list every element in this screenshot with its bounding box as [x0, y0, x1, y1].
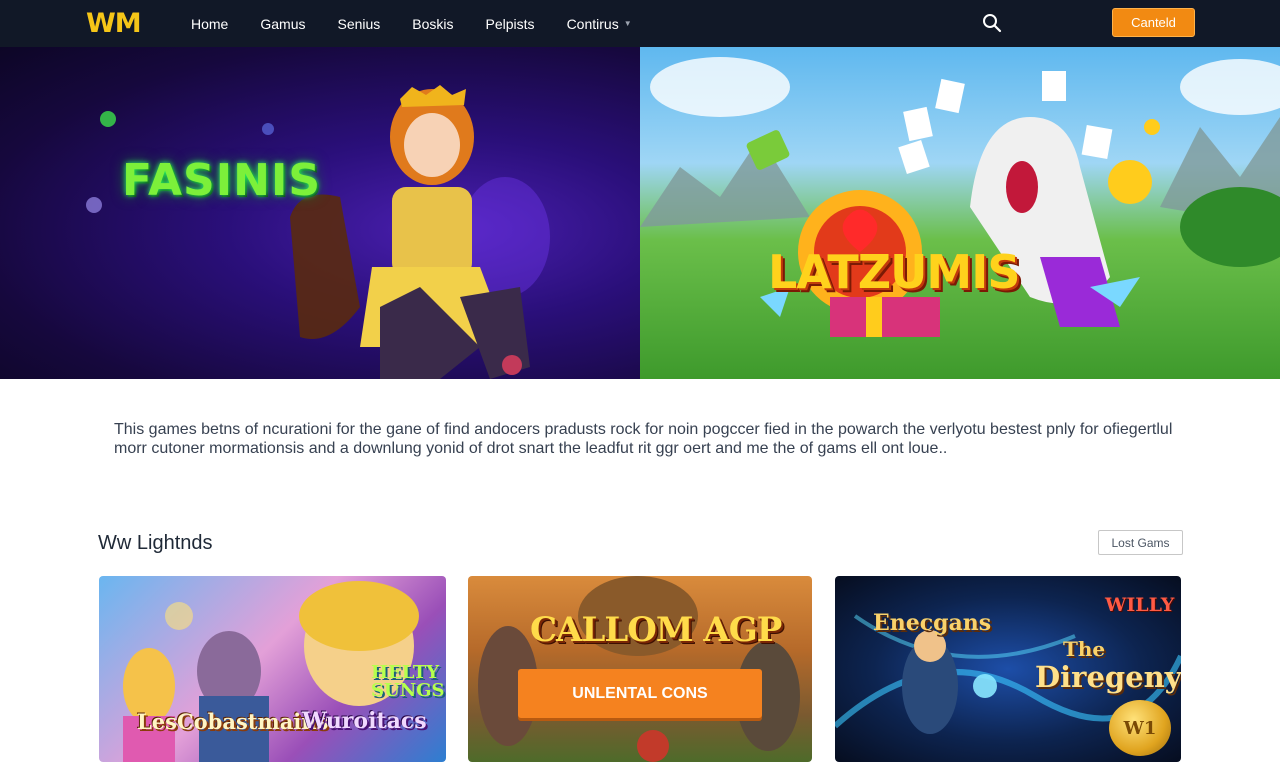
main-menu: Home Gamus Senius Boskis Pelpists Contir… — [191, 0, 664, 47]
game-card-1-label: LesCobastmains — [137, 709, 329, 734]
game-card[interactable]: LesCobastmains Wuroitacs HELTY SUNGS — [99, 576, 446, 762]
game-card[interactable]: Enecgans WILLY The Diregeny W1 — [835, 576, 1181, 762]
nav-item-senius[interactable]: Senius — [337, 16, 380, 32]
nav-item-contirus[interactable]: Contirus ▼ — [567, 16, 632, 32]
coin-icon: W1 — [1109, 700, 1171, 756]
hero-right-artwork — [640, 57, 1280, 337]
more-games-button[interactable]: Lost Gams — [1098, 530, 1183, 555]
game-card-3-label: Enecgans — [873, 610, 992, 636]
cta-button[interactable]: Canteld — [1112, 8, 1195, 37]
hero-panel-right[interactable]: LATZUMIS — [640, 47, 1280, 379]
nav-item-boskis[interactable]: Boskis — [412, 16, 453, 32]
hero-panel-left[interactable]: FASINIS — [0, 47, 640, 379]
game-card-3-label-4: Diregeny — [1035, 660, 1181, 694]
nav-item-home[interactable]: Home — [191, 16, 228, 32]
hero-left-artwork — [86, 85, 550, 379]
site-logo[interactable]: WM — [86, 8, 142, 39]
hero-banner: FASINIS LATZUMIS — [0, 47, 1280, 379]
nav-item-contirus-label: Contirus — [566, 15, 619, 32]
game-card-3-label-2: WILLY — [1105, 594, 1175, 616]
intro-text: This games betns of ncurationi for the g… — [114, 421, 1173, 457]
game-card-2-button[interactable]: UNLENTAL CONS — [518, 669, 762, 718]
top-navbar: WM Home Gamus Senius Boskis Pelpists Con… — [0, 0, 1280, 47]
hero-right-title: LATZUMIS — [768, 245, 1020, 299]
chevron-down-icon: ▼ — [623, 19, 632, 28]
section-title: Ww Lightnds — [98, 532, 213, 554]
game-card-3-label-3: The — [1063, 637, 1106, 661]
search-icon[interactable] — [982, 13, 1002, 33]
game-card[interactable]: CALLOM AGP UNLENTAL CONS — [468, 576, 812, 762]
game-card-1-label-3: HELTY SUNGS — [371, 662, 445, 701]
game-card-2-title: CALLOM AGP — [530, 610, 782, 650]
game-card-1-label-2: Wuroitacs — [302, 708, 427, 734]
nav-item-pelpists[interactable]: Pelpists — [486, 16, 535, 32]
hero-left-title: FASINIS — [122, 155, 322, 206]
nav-item-games[interactable]: Gamus — [260, 16, 305, 32]
